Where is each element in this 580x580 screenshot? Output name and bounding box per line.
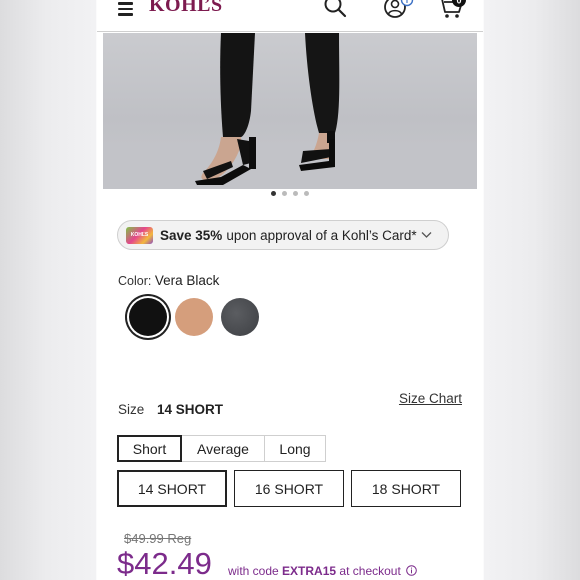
selected-color: Vera Black xyxy=(154,273,220,288)
selected-size: 14 SHORT xyxy=(157,402,224,417)
cart-count: 0 xyxy=(456,0,461,6)
promo-text: upon approval of a Kohl’s Card* xyxy=(226,227,417,243)
cart-icon: 0 xyxy=(441,0,466,18)
kohls-card-icon: KOHĽS xyxy=(126,226,153,244)
regular-price: $49.99 Reg xyxy=(124,531,192,546)
carousel-dot[interactable] xyxy=(271,191,276,196)
product-image[interactable] xyxy=(103,33,477,189)
swatch-tan[interactable] xyxy=(175,298,213,336)
promo-code-text: with code EXTRA15 at checkout xyxy=(228,564,417,578)
card-icon-label: KOHĽS xyxy=(130,232,149,238)
cart-button[interactable]: 0 xyxy=(437,0,467,20)
kohls-card-promo[interactable]: KOHĽS Save 35% upon approval of a Kohl’s… xyxy=(117,220,449,250)
size-chart-link[interactable]: Size Chart xyxy=(399,391,462,406)
size-options: 14 SHORT 16 SHORT 18 SHORT xyxy=(117,470,461,507)
size-label: Size 14 SHORT xyxy=(118,402,223,417)
promo-code: EXTRA15 xyxy=(282,564,337,578)
carousel-dot[interactable] xyxy=(304,191,309,196)
top-header: KOHĽS i 0 xyxy=(97,0,483,32)
tab-short[interactable]: Short xyxy=(117,435,182,462)
search-icon[interactable] xyxy=(323,0,347,18)
info-icon[interactable] xyxy=(406,565,417,576)
code-suffix: at checkout xyxy=(339,564,401,578)
size-option-18-short[interactable]: 18 SHORT xyxy=(351,470,461,507)
chevron-down-icon xyxy=(421,232,432,238)
size-option-16-short[interactable]: 16 SHORT xyxy=(234,470,344,507)
svg-text:i: i xyxy=(406,0,408,5)
fit-tabs: Short Average Long xyxy=(117,435,326,462)
account-icon[interactable]: i xyxy=(383,0,415,20)
kohls-logo[interactable]: KOHĽS xyxy=(149,0,223,17)
image-carousel-dots[interactable] xyxy=(97,191,483,196)
promo-bold-text: Save 35% xyxy=(160,227,223,243)
swatch-gray[interactable] xyxy=(221,298,259,336)
size-label-text: Size xyxy=(118,402,145,417)
menu-icon[interactable] xyxy=(118,2,134,16)
sale-price: $42.49 xyxy=(117,546,212,580)
tab-average[interactable]: Average xyxy=(181,435,265,462)
size-option-14-short[interactable]: 14 SHORT xyxy=(117,470,227,507)
tab-long[interactable]: Long xyxy=(264,435,326,462)
swatch-vera-black[interactable] xyxy=(129,298,167,336)
color-label-text: Color: xyxy=(118,274,152,288)
carousel-dot[interactable] xyxy=(282,191,287,196)
code-prefix: with code xyxy=(228,564,279,578)
color-label: Color: Vera Black xyxy=(118,273,219,288)
product-photo xyxy=(103,33,477,189)
carousel-dot[interactable] xyxy=(293,191,298,196)
phone-screen: KOHĽS i 0 KOHĽS Save 35% upon approval o… xyxy=(97,0,483,580)
